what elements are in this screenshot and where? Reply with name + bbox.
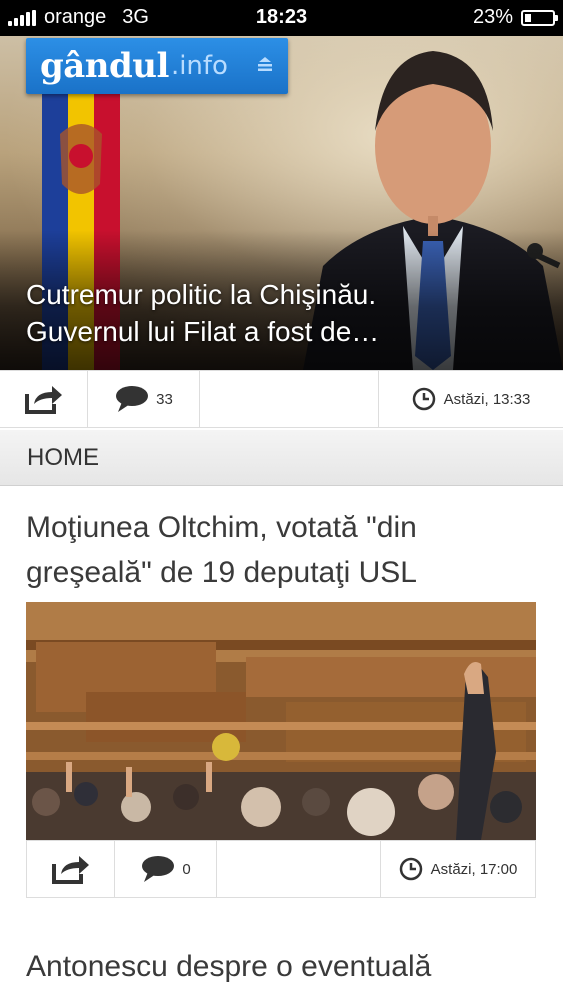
share-icon — [24, 386, 62, 414]
carrier-label: orange — [44, 6, 107, 28]
spacer — [200, 371, 379, 427]
article-action-bar: 0 Astăzi, 17:00 — [26, 840, 536, 898]
battery-percent: 23% — [472, 6, 513, 28]
logo-mark-icon — [258, 57, 272, 71]
hero-article[interactable]: gândul .info Cutremur politic la Chişină… — [0, 36, 563, 370]
comments-button[interactable]: 0 — [115, 841, 217, 897]
status-bar: orange 3G 18:23 23% — [0, 0, 563, 36]
section-title: HOME — [27, 443, 99, 471]
comment-count: 0 — [182, 860, 191, 878]
article-title[interactable]: Antonescu despre o eventuală — [26, 944, 536, 989]
site-logo[interactable]: gândul .info — [26, 38, 288, 94]
status-left: orange 3G — [8, 6, 149, 29]
timestamp: Astăzi, 13:33 — [379, 371, 563, 427]
battery-icon — [521, 9, 558, 26]
logo-tld: .info — [170, 51, 228, 81]
timestamp-label: Astăzi, 17:00 — [430, 860, 518, 878]
signal-icon — [8, 9, 38, 26]
timestamp-label: Astăzi, 13:33 — [443, 390, 531, 408]
article-title[interactable]: Moţiunea Oltchim, votată "din greşeală" … — [26, 505, 536, 595]
comments-icon — [142, 856, 175, 882]
article-photo[interactable] — [26, 602, 536, 840]
status-right: 23% — [472, 6, 558, 29]
parliament-image — [26, 602, 536, 840]
hero-action-bar: 33 Astăzi, 13:33 — [0, 370, 563, 428]
clock-icon — [412, 387, 435, 411]
comments-icon — [116, 386, 149, 412]
comments-button[interactable]: 33 — [88, 371, 200, 427]
comment-count: 33 — [156, 390, 173, 408]
spacer — [217, 841, 381, 897]
hero-title[interactable]: Cutremur politic la Chişinău. Guvernul l… — [26, 276, 446, 350]
section-header: HOME — [0, 430, 563, 486]
timestamp: Astăzi, 17:00 — [381, 841, 535, 897]
share-button[interactable] — [0, 371, 88, 427]
share-button[interactable] — [27, 841, 115, 897]
clock-icon — [399, 857, 422, 881]
network-label: 3G — [122, 6, 149, 28]
share-icon — [51, 856, 89, 884]
logo-name: gândul — [40, 46, 169, 86]
